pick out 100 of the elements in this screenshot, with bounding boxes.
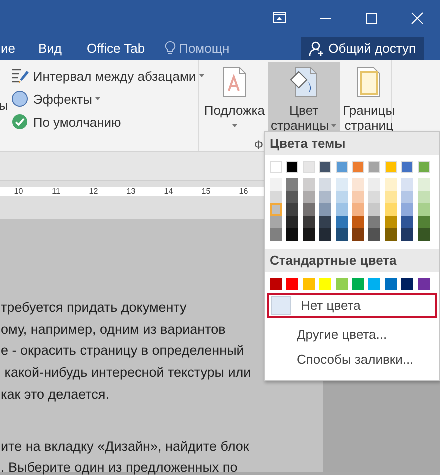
lightbulb-icon[interactable] <box>165 41 176 56</box>
ribbon-tab[interactable]: Вид <box>38 39 62 58</box>
color-swatch[interactable] <box>302 228 315 241</box>
paragraph-spacing-icon <box>11 67 30 85</box>
color-swatch[interactable] <box>352 203 364 216</box>
person-add-icon <box>308 40 325 56</box>
color-swatch[interactable] <box>401 228 414 241</box>
color-swatch[interactable] <box>352 178 364 191</box>
color-swatch[interactable] <box>270 278 282 290</box>
menu-item[interactable]: Другие цвета... <box>267 322 437 347</box>
ribbon-button[interactable]: Подложка <box>201 62 268 131</box>
color-swatch[interactable] <box>286 178 298 191</box>
color-swatch[interactable] <box>401 178 414 191</box>
color-swatch[interactable] <box>352 161 364 173</box>
color-swatch[interactable] <box>401 278 414 290</box>
color-swatch[interactable] <box>302 203 315 216</box>
color-swatch[interactable] <box>368 203 380 216</box>
menu-item[interactable]: Способы заливки... <box>267 346 437 372</box>
color-swatch[interactable] <box>286 161 298 173</box>
color-swatch[interactable] <box>336 161 348 173</box>
color-swatch[interactable] <box>336 190 348 204</box>
color-swatch[interactable] <box>286 228 298 241</box>
ribbon-command[interactable]: Интервал между абзацами <box>33 68 196 84</box>
color-swatch[interactable] <box>368 161 380 173</box>
color-swatch[interactable] <box>368 278 380 290</box>
color-swatch[interactable] <box>418 216 430 228</box>
text-line: е - окрасить страницу в определенный <box>1 342 244 360</box>
color-swatch[interactable] <box>319 228 332 241</box>
color-swatch[interactable] <box>368 178 380 191</box>
group-label: Ф <box>254 138 264 152</box>
color-swatch[interactable] <box>270 178 282 191</box>
color-swatch[interactable] <box>270 190 282 204</box>
color-swatch[interactable] <box>319 216 332 228</box>
ruler-number: 16 <box>238 186 250 196</box>
menu-item[interactable]: Нет цвета <box>267 292 437 318</box>
color-swatch[interactable] <box>352 228 364 241</box>
color-swatch[interactable] <box>352 216 364 228</box>
color-swatch[interactable] <box>418 203 430 216</box>
ruler-number: 11 <box>51 186 62 196</box>
color-swatch[interactable] <box>336 203 348 216</box>
color-swatch[interactable] <box>384 178 397 191</box>
color-swatch[interactable] <box>336 216 348 228</box>
color-swatch[interactable] <box>270 216 282 228</box>
color-swatch[interactable] <box>302 216 315 228</box>
close-icon[interactable] <box>410 11 424 26</box>
color-swatch[interactable] <box>401 203 414 216</box>
ribbon-button[interactable]: Цвет страницы <box>268 62 340 131</box>
ruler-number: 15 <box>200 186 212 196</box>
color-swatch[interactable] <box>368 190 380 204</box>
color-swatch[interactable] <box>368 228 380 241</box>
color-swatch[interactable] <box>384 216 397 228</box>
ribbon-display-icon[interactable] <box>272 11 286 26</box>
ribbon-button[interactable]: Границы страниц <box>340 62 398 131</box>
color-swatch[interactable] <box>384 190 397 204</box>
color-swatch[interactable] <box>401 216 414 228</box>
color-swatch[interactable] <box>384 203 397 216</box>
color-swatch[interactable] <box>319 161 332 173</box>
color-swatch[interactable] <box>384 278 397 290</box>
color-swatch[interactable] <box>418 278 430 290</box>
color-swatch[interactable] <box>336 278 348 290</box>
color-swatch[interactable] <box>352 278 364 290</box>
color-swatch[interactable] <box>418 178 430 191</box>
text-line: какой-нибудь интересной текстуры или <box>4 364 252 382</box>
color-swatch[interactable] <box>270 228 282 241</box>
color-swatch[interactable] <box>302 178 315 191</box>
color-swatch[interactable] <box>319 178 332 191</box>
color-swatch[interactable] <box>384 228 397 241</box>
color-swatch[interactable] <box>319 190 332 204</box>
color-swatch[interactable] <box>418 161 430 173</box>
color-swatch[interactable] <box>270 161 282 173</box>
color-swatch[interactable] <box>336 228 348 241</box>
color-swatch[interactable] <box>286 216 298 228</box>
color-swatch[interactable] <box>286 203 298 216</box>
text-line: ите на вкладку «Дизайн», найдите блок <box>1 438 250 456</box>
share-button[interactable]: Общий доступ <box>300 37 424 60</box>
section-header: Цвета темы <box>265 132 439 155</box>
maximize-icon[interactable] <box>364 11 378 26</box>
help-search-text[interactable]: Помощн <box>179 41 230 56</box>
color-swatch[interactable] <box>302 161 315 173</box>
color-swatch[interactable] <box>302 190 315 204</box>
group-label: ы <box>0 98 8 113</box>
color-swatch[interactable] <box>368 216 380 228</box>
ribbon-tab[interactable]: ие <box>1 39 16 58</box>
color-swatch[interactable] <box>384 161 397 173</box>
color-swatch[interactable] <box>336 178 348 191</box>
ribbon-tab[interactable]: Office Tab <box>87 39 146 58</box>
color-swatch[interactable] <box>319 203 332 216</box>
ribbon-command[interactable]: По умолчанию <box>33 114 122 130</box>
color-swatch[interactable] <box>302 278 315 290</box>
color-swatch[interactable] <box>270 203 282 216</box>
color-swatch[interactable] <box>286 278 298 290</box>
circle-icon <box>11 90 30 108</box>
color-swatch[interactable] <box>401 161 414 173</box>
color-swatch[interactable] <box>286 190 298 204</box>
color-swatch[interactable] <box>418 228 430 241</box>
color-swatch[interactable] <box>352 190 364 204</box>
color-swatch[interactable] <box>418 190 430 204</box>
ribbon-command[interactable]: Эффекты <box>33 92 92 106</box>
color-swatch[interactable] <box>319 278 332 290</box>
color-swatch[interactable] <box>401 190 414 204</box>
